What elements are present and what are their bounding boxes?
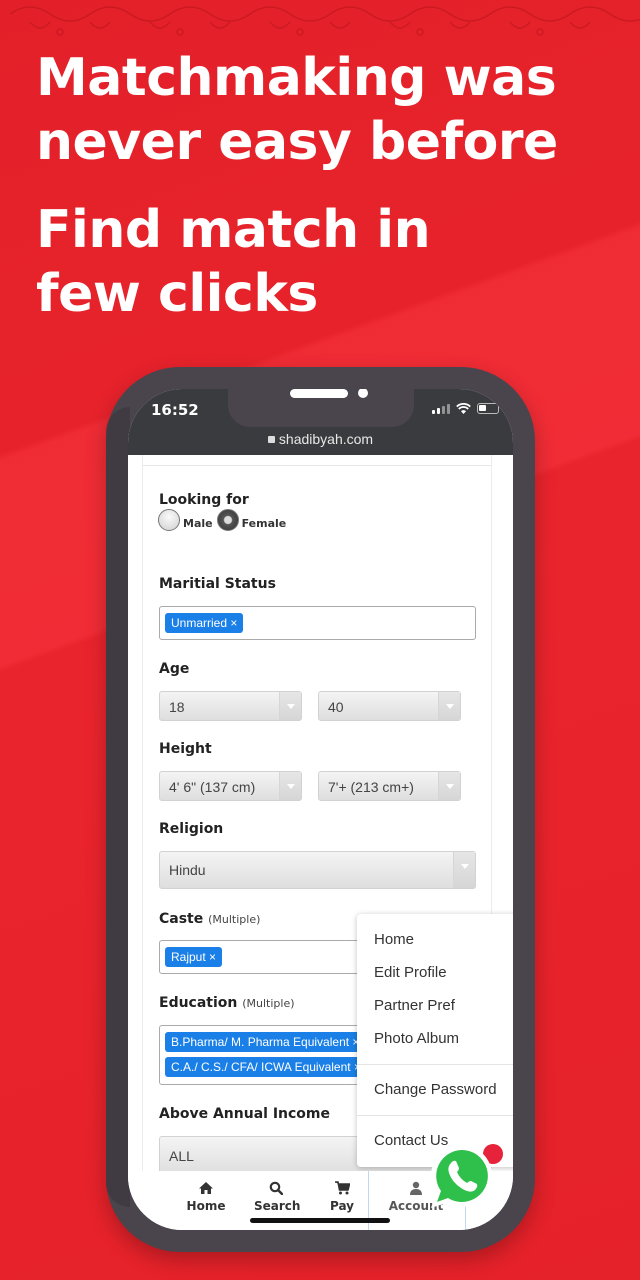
caste-label: Caste (Multiple) <box>159 911 260 927</box>
tag-label: Rajput <box>171 950 206 964</box>
age-from-value: 18 <box>169 699 185 715</box>
height-to-value: 7'+ (213 cm+) <box>328 779 414 795</box>
height-from-value: 4' 6" (137 cm) <box>169 779 256 795</box>
whatsapp-icon[interactable] <box>426 1141 498 1213</box>
chevron-down-icon <box>438 692 460 720</box>
education-label-text: Education <box>159 995 238 1011</box>
speaker <box>290 389 348 398</box>
battery-icon <box>477 403 499 414</box>
height-label: Height <box>159 741 212 757</box>
caste-label-text: Caste <box>159 911 204 927</box>
headline-line-4: few clicks <box>36 264 318 324</box>
tag-unmarried: Unmarried × <box>165 613 244 633</box>
nav-search[interactable]: Search <box>254 1181 301 1213</box>
tag-rajput: Rajput × <box>165 947 223 967</box>
menu-item-home[interactable]: Home <box>374 931 414 948</box>
looking-for-radio-group: Male Female <box>158 509 290 531</box>
ornament-border <box>9 6 640 36</box>
chevron-down-icon <box>279 692 301 720</box>
chevron-down-icon <box>438 772 460 800</box>
tag-label: C.A./ C.S./ CFA/ ICWA Equivalent <box>171 1060 351 1074</box>
radio-male-label: Male <box>183 516 213 530</box>
home-indicator <box>250 1218 390 1223</box>
user-icon <box>410 1181 422 1195</box>
tag-education: B.Pharma/ M. Pharma Equivalent × <box>165 1032 366 1052</box>
cart-icon <box>334 1181 350 1195</box>
tag-education: C.A./ C.S./ CFA/ ICWA Equivalent × <box>165 1057 367 1077</box>
nav-home-label: Home <box>186 1199 226 1213</box>
nav-search-label: Search <box>254 1199 301 1213</box>
tag-label: B.Pharma/ M. Pharma Equivalent <box>171 1035 350 1049</box>
menu-item-change-password[interactable]: Change Password <box>374 1081 497 1098</box>
age-label: Age <box>159 661 190 677</box>
headline-line-2: never easy before <box>36 112 558 172</box>
radio-female-label: Female <box>241 516 287 530</box>
headline-line-3: Find match in <box>36 200 431 260</box>
nav-home[interactable]: Home <box>186 1181 226 1213</box>
age-from-select[interactable]: 18 <box>159 691 302 721</box>
religion-select[interactable]: Hindu <box>159 851 476 889</box>
phone-shade <box>106 407 130 1207</box>
status-bar: 16:52 shadibyah.com <box>128 389 513 455</box>
chevron-down-icon <box>279 772 301 800</box>
religion-label: Religion <box>159 821 224 837</box>
radio-male[interactable] <box>158 509 180 531</box>
lock-icon <box>267 436 275 443</box>
menu-divider <box>357 1115 513 1116</box>
nav-pay-label: Pay <box>329 1199 355 1213</box>
notch <box>228 389 414 427</box>
system-icons <box>432 403 499 414</box>
headline-secondary: Find match in few clicks <box>36 198 431 326</box>
tag-label: Unmarried <box>171 616 228 630</box>
education-label: Education (Multiple) <box>159 995 295 1011</box>
age-to-value: 40 <box>328 699 344 715</box>
menu-item-photo-album[interactable]: Photo Album <box>374 1030 459 1047</box>
wifi-icon <box>456 403 471 414</box>
height-to-select[interactable]: 7'+ (213 cm+) <box>318 771 461 801</box>
tag-remove-icon[interactable]: × <box>209 950 216 964</box>
marital-status-label: Maritial Status <box>159 576 276 592</box>
looking-for-label: Looking for <box>159 492 249 508</box>
phone-mockup: 16:52 shadibyah.com Looking for Male Fem… <box>106 367 535 1252</box>
clock: 16:52 <box>151 401 199 419</box>
chevron-down-icon <box>453 852 475 888</box>
radio-female[interactable] <box>216 509 239 531</box>
education-hint: (Multiple) <box>242 997 295 1010</box>
religion-value: Hindu <box>169 862 206 878</box>
account-dropdown-menu: Home Edit Profile Partner Pref Photo Alb… <box>357 914 513 1167</box>
menu-divider <box>357 1064 513 1065</box>
income-value: ALL <box>169 1148 194 1164</box>
search-icon <box>269 1181 283 1195</box>
url-text: shadibyah.com <box>278 431 374 447</box>
caste-hint: (Multiple) <box>208 913 261 926</box>
phone-screen: 16:52 shadibyah.com Looking for Male Fem… <box>128 389 513 1230</box>
signal-icon <box>432 404 450 414</box>
headline-line-1: Matchmaking was <box>36 48 557 108</box>
tag-remove-icon[interactable]: × <box>230 616 237 630</box>
headline-primary: Matchmaking was never easy before <box>36 46 558 174</box>
marital-status-input[interactable]: Unmarried × <box>159 606 476 640</box>
age-to-select[interactable]: 40 <box>318 691 461 721</box>
camera <box>358 389 368 398</box>
home-icon <box>199 1182 213 1194</box>
height-from-select[interactable]: 4' 6" (137 cm) <box>159 771 302 801</box>
page-content: Looking for Male Female Maritial Status … <box>128 455 513 1171</box>
address-bar[interactable]: shadibyah.com <box>128 431 513 447</box>
income-label: Above Annual Income <box>159 1106 331 1122</box>
nav-pay[interactable]: Pay <box>328 1181 356 1213</box>
menu-item-partner-pref[interactable]: Partner Pref <box>374 997 455 1014</box>
menu-item-edit-profile[interactable]: Edit Profile <box>374 964 447 981</box>
